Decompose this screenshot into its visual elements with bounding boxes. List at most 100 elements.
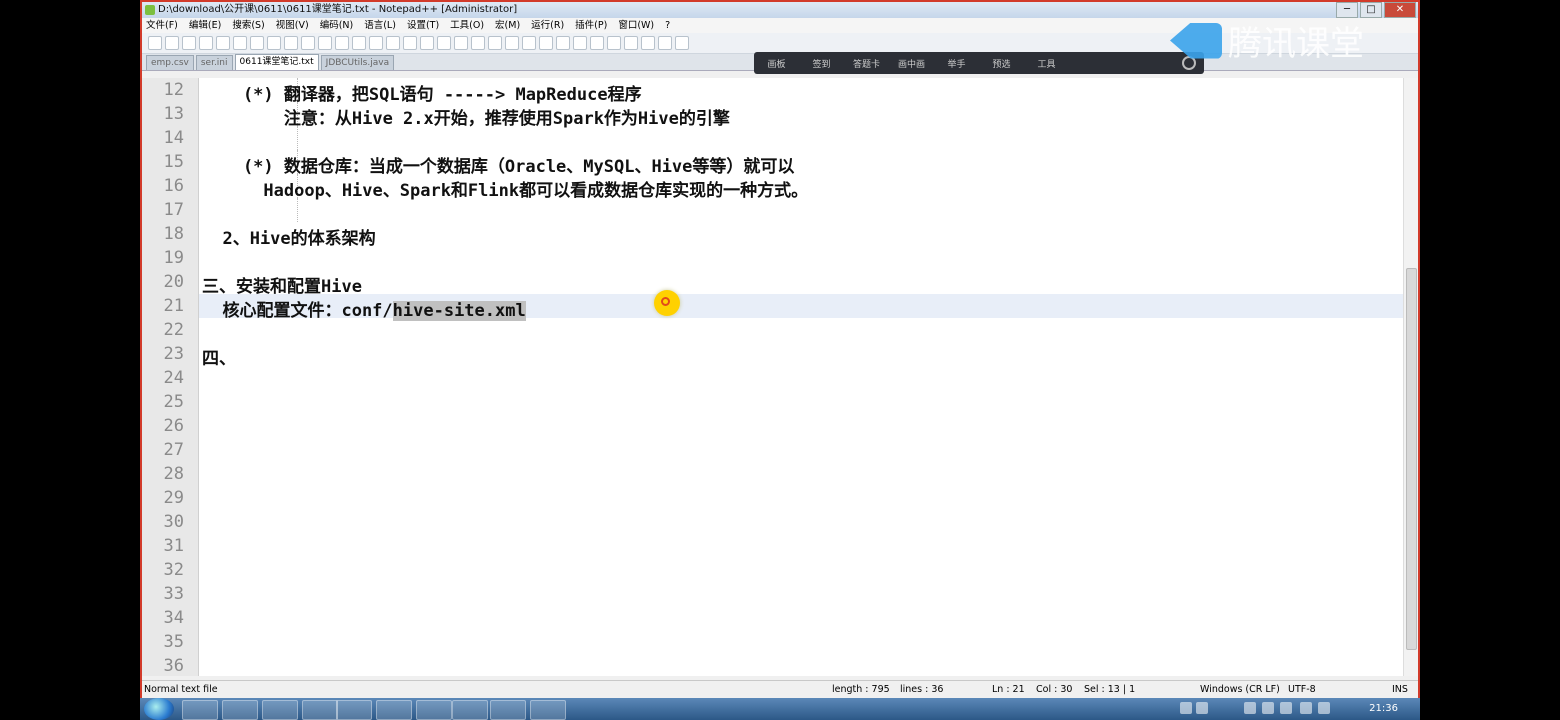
stop-icon[interactable] [607,36,621,50]
taskbar-app-10[interactable] [530,700,566,720]
taskbar-app-8[interactable] [452,700,488,720]
indent-guide-icon[interactable] [488,36,502,50]
menu-item[interactable]: 窗口(W) [618,18,654,33]
classroom-tool-0[interactable]: 画板 [754,57,799,70]
save-macro-icon[interactable] [658,36,672,50]
classroom-tool-5[interactable]: 预选 [979,57,1024,70]
tray-icon-5[interactable] [1280,702,1292,714]
copy-icon[interactable] [284,36,298,50]
taskbar-app-explorer[interactable] [182,700,218,720]
tray-icon-4[interactable] [1262,702,1274,714]
text-line[interactable]: (*) 数据仓库：当成一个数据库（Oracle、MySQL、Hive等等）就可以 [202,152,794,177]
scrollbar-thumb[interactable] [1406,268,1417,650]
play-icon[interactable] [624,36,638,50]
line-number-gutter: 12 13 14 15 16 17 18 19 20 21 22 23 24 25 26 27 28 29 30 31… [142,78,199,676]
status-eol: Windows (CR LF) [1200,684,1280,695]
help-tray-icon[interactable] [1196,702,1208,714]
indent-guide [297,126,299,150]
classroom-tool-1[interactable]: 签到 [799,57,844,70]
taskbar-app-4[interactable] [302,700,338,720]
tab-2[interactable]: 0611课堂笔记.txt [234,54,319,70]
monitor-icon[interactable] [573,36,587,50]
tencent-classroom-watermark: 腾讯课堂 [1170,16,1364,65]
menu-item[interactable]: 运行(R) [531,18,564,33]
taskbar-app-3[interactable] [262,700,298,720]
line-number: 14 [163,128,184,148]
window-title: D:\download\公开课\0611\0611课堂笔记.txt - Note… [158,4,518,15]
close-all-icon[interactable] [233,36,247,50]
all-chars-icon[interactable] [471,36,485,50]
taskbar-app-browser[interactable] [490,700,526,720]
text-line[interactable]: 四、 [202,344,236,369]
text-line[interactable]: 三、安装和配置Hive [202,272,362,297]
sync-h-icon[interactable] [437,36,451,50]
spell-check-icon[interactable] [675,36,689,50]
menu-item[interactable]: 编码(N) [320,18,354,33]
line-number: 30 [163,512,184,532]
menu-item[interactable]: 语言(L) [364,18,396,33]
menu-item[interactable]: ? [665,18,670,33]
classroom-tool-6[interactable]: 工具 [1024,57,1069,70]
line-number: 36 [163,656,184,676]
menu-item[interactable]: 插件(P) [575,18,607,33]
tab-1[interactable]: ser.ini [195,55,233,70]
menu-item[interactable]: 工具(O) [450,18,484,33]
text-editor[interactable]: 12 13 14 15 16 17 18 19 20 21 22 23 24 25 26 27 28 29 30 31… [142,78,1404,676]
menu-item[interactable]: 文件(F) [146,18,178,33]
text-line[interactable]: (*) 翻译器，把SQL语句 -----> MapReduce程序 [202,80,642,105]
volume-icon[interactable] [1318,702,1330,714]
menu-item[interactable]: 搜索(S) [232,18,264,33]
save-icon[interactable] [182,36,196,50]
line-number: 25 [163,392,184,412]
network-icon[interactable] [1300,702,1312,714]
menu-item[interactable]: 视图(V) [276,18,309,33]
print-icon[interactable] [250,36,264,50]
save-all-icon[interactable] [199,36,213,50]
udl-icon[interactable] [505,36,519,50]
tab-3[interactable]: JDBCUtils.java [320,55,395,70]
open-icon[interactable] [165,36,179,50]
zoom-in-icon[interactable] [386,36,400,50]
line-number: 34 [163,608,184,628]
close-icon[interactable] [216,36,230,50]
classroom-tool-2[interactable]: 答题卡 [844,57,889,70]
vertical-scrollbar[interactable] [1403,78,1418,676]
new-icon[interactable] [148,36,162,50]
line-number: 31 [163,536,184,556]
play-multi-icon[interactable] [641,36,655,50]
doc-map-icon[interactable] [522,36,536,50]
replace-icon[interactable] [369,36,383,50]
folder-icon[interactable] [556,36,570,50]
classroom-tool-3[interactable]: 画中画 [889,57,934,70]
start-button[interactable] [144,698,174,720]
tray-icon-1[interactable] [1180,702,1192,714]
record-icon[interactable] [590,36,604,50]
classroom-tool-4[interactable]: 举手 [934,57,979,70]
status-lines: lines : 36 [900,684,944,695]
func-list-icon[interactable] [539,36,553,50]
sync-v-icon[interactable] [420,36,434,50]
redo-icon[interactable] [335,36,349,50]
wrap-icon[interactable] [454,36,468,50]
undo-icon[interactable] [318,36,332,50]
menu-item[interactable]: 宏(M) [495,18,520,33]
selected-text: hive-site.xml [392,301,526,321]
tab-0[interactable]: emp.csv [146,55,194,70]
menu-item[interactable]: 编辑(E) [189,18,221,33]
cut-icon[interactable] [267,36,281,50]
taskbar-app-7[interactable] [416,700,452,720]
close-button[interactable]: ✕ [1384,2,1416,18]
taskbar-app-6[interactable] [376,700,412,720]
text-line[interactable]: 核心配置文件：conf/hive-site.xml [202,296,526,321]
tray-icon-3[interactable] [1244,702,1256,714]
text-line[interactable]: 2、Hive的体系架构 [202,224,375,249]
find-icon[interactable] [352,36,366,50]
paste-icon[interactable] [301,36,315,50]
menu-item[interactable]: 设置(T) [407,18,439,33]
taskbar-app-5[interactable] [336,700,372,720]
line-number: 33 [163,584,184,604]
text-line[interactable]: Hadoop、Hive、Spark和Flink都可以看成数据仓库实现的一种方式。 [202,176,808,201]
taskbar-app-2[interactable] [222,700,258,720]
text-line[interactable]: 注意：从Hive 2.x开始，推荐使用Spark作为Hive的引擎 [202,104,730,129]
zoom-out-icon[interactable] [403,36,417,50]
